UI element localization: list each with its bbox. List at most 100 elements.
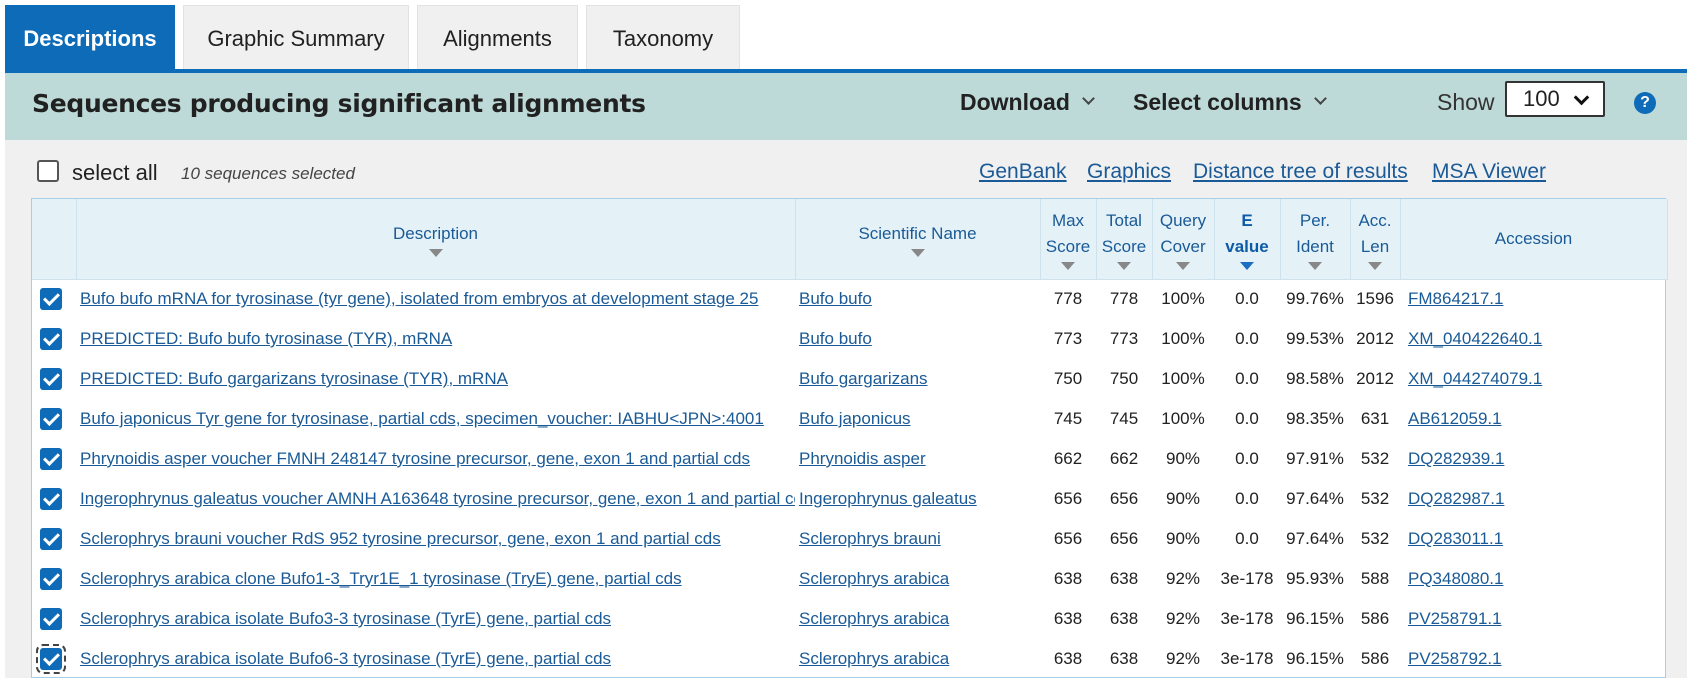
description-link[interactable]: Ingerophrynus galeatus voucher AMNH A163… <box>80 489 795 508</box>
accession-cell: DQ283011.1 <box>1400 519 1667 559</box>
tab-graphic-summary[interactable]: Graphic Summary <box>183 5 409 71</box>
select-columns-label: Select columns <box>1133 89 1302 115</box>
chevron-down-icon <box>1082 92 1095 105</box>
row-checkbox-cell <box>32 399 76 439</box>
accession-link[interactable]: DQ282987.1 <box>1408 489 1504 508</box>
description-link[interactable]: PREDICTED: Bufo bufo tyrosinase (TYR), m… <box>80 329 452 348</box>
col-accession[interactable]: Accession <box>1400 199 1668 280</box>
e-value-cell: 3e-178 <box>1220 609 1274 628</box>
accession-link[interactable]: PV258792.1 <box>1408 649 1502 668</box>
e-value-cell: 0.0 <box>1235 369 1259 388</box>
scientific-name-link[interactable]: Phrynoidis asper <box>799 449 926 468</box>
download-button[interactable]: Download <box>960 89 1095 116</box>
table-row: Bufo bufo mRNA for tyrosinase (tyr gene)… <box>32 279 1667 319</box>
col-per-ident[interactable]: Per. Ident <box>1280 199 1351 280</box>
tab-taxonomy[interactable]: Taxonomy <box>586 5 740 71</box>
acc-len-cell: 586 <box>1360 649 1390 668</box>
total-score-cell: 778 <box>1109 289 1139 309</box>
total-score-cell: 745 <box>1109 409 1139 428</box>
description-link[interactable]: Sclerophrys arabica isolate Bufo6-3 tyro… <box>80 649 611 668</box>
row-checkbox[interactable] <box>36 644 66 674</box>
col-description[interactable]: Description <box>76 199 796 280</box>
per-ident-cell: 95.93% <box>1286 569 1344 588</box>
accession-cell: PV258791.1 <box>1400 599 1667 639</box>
row-checkbox-cell <box>32 279 76 319</box>
scientific-name-cell: Bufo japonicus <box>795 399 1040 439</box>
accession-link[interactable]: PV258791.1 <box>1408 609 1502 628</box>
per-ident-cell: 97.64% <box>1286 489 1344 508</box>
scientific-name-link[interactable]: Bufo bufo <box>799 329 872 348</box>
row-checkbox[interactable] <box>40 448 62 470</box>
table-row: Sclerophrys arabica isolate Bufo3-3 tyro… <box>32 599 1667 639</box>
accession-link[interactable]: AB612059.1 <box>1408 409 1502 428</box>
scientific-name-link[interactable]: Sclerophrys arabica <box>799 609 949 628</box>
e-value-cell: 3e-178 <box>1220 569 1274 588</box>
row-checkbox[interactable] <box>40 408 62 430</box>
max-score-cell: 773 <box>1053 329 1083 348</box>
per-ident-cell: 97.91% <box>1286 449 1344 468</box>
accession-link[interactable]: PQ348080.1 <box>1408 569 1503 588</box>
row-checkbox[interactable] <box>40 568 62 590</box>
results-table: Description Scientific Name Max Score Tot… <box>31 198 1668 678</box>
table-row: Sclerophrys brauni voucher RdS 952 tyros… <box>32 519 1667 559</box>
row-checkbox[interactable] <box>40 288 62 311</box>
query-cover-cell: 100% <box>1161 329 1205 348</box>
accession-link[interactable]: XM_044274079.1 <box>1408 369 1542 388</box>
acc-len-cell: 1596 <box>1356 289 1394 309</box>
scientific-name-link[interactable]: Sclerophrys brauni <box>799 529 941 548</box>
per-ident-cell: 98.58% <box>1286 369 1344 388</box>
page-title: Sequences producing significant alignmen… <box>32 89 646 118</box>
help-icon[interactable]: ? <box>1634 92 1656 114</box>
row-checkbox[interactable] <box>40 608 62 630</box>
chevron-down-icon <box>1573 89 1590 106</box>
max-score-cell: 638 <box>1053 569 1083 588</box>
description-link[interactable]: Sclerophrys arabica isolate Bufo3-3 tyro… <box>80 609 611 628</box>
scientific-name-link[interactable]: Sclerophrys arabica <box>799 649 949 668</box>
select-columns-button[interactable]: Select columns <box>1133 89 1327 116</box>
description-link[interactable]: Sclerophrys brauni voucher RdS 952 tyros… <box>80 529 721 548</box>
col-max-score[interactable]: Max Score <box>1040 199 1097 280</box>
description-link[interactable]: Phrynoidis asper voucher FMNH 248147 tyr… <box>80 449 750 468</box>
row-checkbox[interactable] <box>40 528 62 550</box>
col-e-value[interactable]: Evalue <box>1214 199 1281 280</box>
sort-arrow-icon <box>1061 261 1075 270</box>
description-link[interactable]: Bufo bufo mRNA for tyrosinase (tyr gene)… <box>80 289 758 308</box>
sort-arrow-icon <box>428 248 443 257</box>
accession-link[interactable]: XM_040422640.1 <box>1408 329 1542 348</box>
distance-tree-link[interactable]: Distance tree of results <box>1193 160 1408 184</box>
scientific-name-link[interactable]: Sclerophrys arabica <box>799 569 949 588</box>
acc-len-cell: 2012 <box>1356 329 1394 348</box>
scientific-name-link[interactable]: Bufo gargarizans <box>799 369 928 388</box>
description-link[interactable]: Bufo japonicus Tyr gene for tyrosinase, … <box>80 409 764 428</box>
accession-link[interactable]: FM864217.1 <box>1408 289 1503 308</box>
total-score-cell: 638 <box>1109 649 1139 668</box>
col-acc-len[interactable]: Acc. Len <box>1350 199 1401 280</box>
genbank-link[interactable]: GenBank <box>979 160 1067 184</box>
accession-link[interactable]: DQ283011.1 <box>1408 529 1503 548</box>
col-query-cover[interactable]: Query Cover <box>1152 199 1215 280</box>
row-checkbox[interactable] <box>40 328 62 350</box>
tab-alignments[interactable]: Alignments <box>417 5 578 71</box>
row-checkbox[interactable] <box>40 368 62 390</box>
col-total-score[interactable]: Total Score <box>1096 199 1153 280</box>
max-score-cell: 750 <box>1053 369 1083 388</box>
description-link[interactable]: PREDICTED: Bufo gargarizans tyrosinase (… <box>80 369 508 388</box>
msa-viewer-link[interactable]: MSA Viewer <box>1432 160 1546 184</box>
scientific-name-link[interactable]: Bufo bufo <box>799 289 872 308</box>
scientific-name-link[interactable]: Bufo japonicus <box>799 409 911 428</box>
select-all-label[interactable]: select all <box>72 160 158 186</box>
accession-link[interactable]: DQ282939.1 <box>1408 449 1504 468</box>
select-all-checkbox[interactable] <box>37 160 59 182</box>
show-count-select[interactable]: 100 <box>1505 81 1605 117</box>
table-row: Bufo japonicus Tyr gene for tyrosinase, … <box>32 399 1667 439</box>
query-cover-cell: 100% <box>1161 409 1205 428</box>
row-checkbox[interactable] <box>40 488 62 510</box>
graphics-link[interactable]: Graphics <box>1087 160 1171 184</box>
total-score-cell: 773 <box>1109 329 1139 348</box>
header-checkbox-cell <box>32 199 77 280</box>
description-link[interactable]: Sclerophrys arabica clone Bufo1-3_Tryr1E… <box>80 569 682 588</box>
query-cover-cell: 92% <box>1165 609 1201 628</box>
tab-descriptions[interactable]: Descriptions <box>5 5 175 71</box>
col-scientific-name[interactable]: Scientific Name <box>795 199 1041 280</box>
scientific-name-link[interactable]: Ingerophrynus galeatus <box>799 489 977 508</box>
